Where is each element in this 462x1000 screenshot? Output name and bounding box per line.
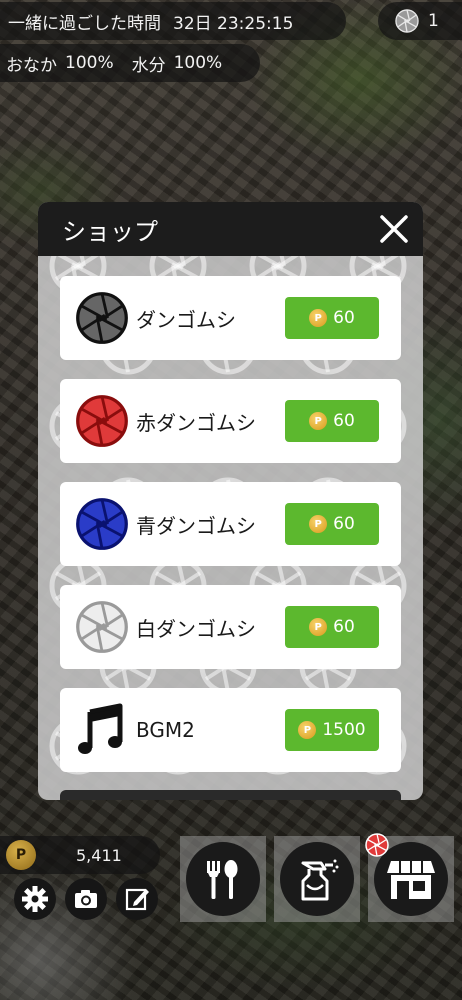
camera-icon [75, 890, 97, 908]
spray-bottle-icon [301, 859, 339, 901]
pillbug-count-display: 1 [378, 2, 462, 40]
shop-item-pillbug: ダンゴムシ P 60 [60, 276, 401, 360]
point-coin-icon: P [6, 840, 36, 870]
points-value: 5,411 [76, 845, 122, 865]
settings-button[interactable] [14, 878, 56, 920]
shop-next-item-partial [60, 790, 401, 800]
point-coin-icon: P [309, 412, 328, 430]
hunger-label: おなか [6, 55, 57, 76]
pillbug-gray-icon [76, 292, 128, 344]
shop-header: ショップ [38, 202, 423, 256]
points-display: P 5,411 [0, 836, 160, 874]
shop-item-white-pillbug: 白ダンゴムシ P 60 [60, 585, 401, 669]
fork-spoon-icon [207, 860, 238, 899]
item-price: 60 [333, 308, 355, 328]
buy-button[interactable]: P 60 [285, 503, 379, 545]
shop-modal: ショップ ダンゴムシ P 60 赤ダンゴムシ P 60 青ダンゴムシ P 60 … [38, 202, 423, 800]
shop-icon [387, 861, 435, 899]
camera-button[interactable] [65, 878, 107, 920]
pillbug-red-icon [365, 833, 389, 857]
item-price: 60 [333, 617, 355, 637]
point-coin-icon: P [309, 618, 328, 636]
needs-display: おなか 100% 水分 100% [0, 44, 260, 82]
buy-button[interactable]: P 60 [285, 297, 379, 339]
buy-button[interactable]: P 60 [285, 606, 379, 648]
pillbug-red-icon [76, 395, 128, 447]
settings-icon [22, 886, 48, 912]
shop-title: ショップ [62, 217, 158, 246]
music-note-icon [78, 703, 123, 754]
pillbug-gray-icon [395, 9, 419, 33]
pillbug-count: 1 [428, 11, 439, 31]
item-price: 60 [333, 514, 355, 534]
item-price: 60 [333, 411, 355, 431]
point-coin-icon: P [309, 515, 328, 533]
buy-button[interactable]: P 1500 [285, 709, 379, 751]
shop-item-bgm2: BGM2 P 1500 [60, 688, 401, 772]
close-icon[interactable] [379, 214, 409, 244]
water-spray-button[interactable] [274, 836, 360, 922]
item-name: 白ダンゴムシ [136, 616, 256, 641]
point-coin-icon: P [298, 721, 317, 739]
time-together-label: 一緒に過ごした時間 [8, 13, 161, 34]
water-label: 水分 [131, 55, 166, 76]
edit-icon [125, 888, 149, 911]
time-together-display: 一緒に過ごした時間 32日 23:25:15 [0, 2, 346, 40]
item-name: BGM2 [136, 718, 195, 742]
item-name: ダンゴムシ [136, 307, 236, 332]
item-price: 1500 [322, 720, 366, 740]
time-together-value: 32日 23:25:15 [173, 13, 294, 34]
pillbug-white-icon [76, 601, 128, 653]
hunger-value: 100% [65, 53, 114, 73]
shop-item-blue-pillbug: 青ダンゴムシ P 60 [60, 482, 401, 566]
buy-button[interactable]: P 60 [285, 400, 379, 442]
item-name: 青ダンゴムシ [136, 513, 256, 538]
feed-button[interactable] [180, 836, 266, 922]
edit-button[interactable] [116, 878, 158, 920]
water-value: 100% [173, 53, 223, 73]
item-name: 赤ダンゴムシ [136, 410, 256, 435]
shop-item-red-pillbug: 赤ダンゴムシ P 60 [60, 379, 401, 463]
point-coin-icon: P [309, 309, 328, 327]
pillbug-blue-icon [76, 498, 128, 550]
